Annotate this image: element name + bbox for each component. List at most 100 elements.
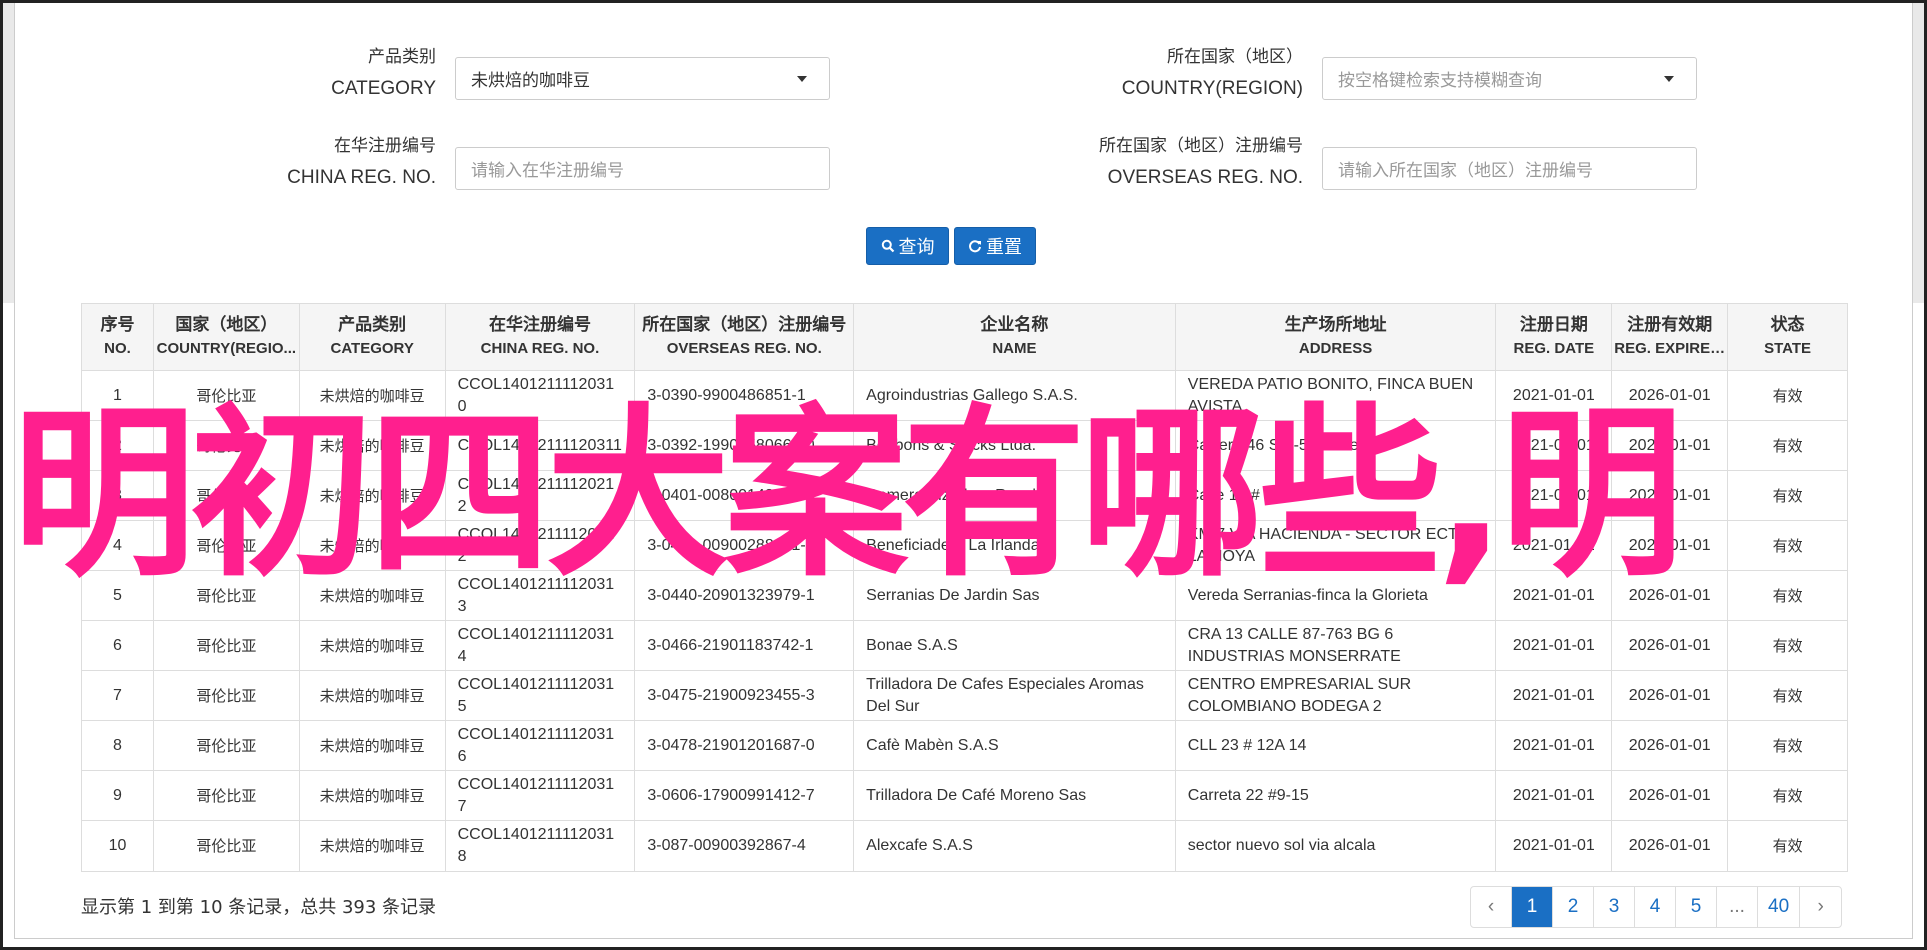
- cell-reg-date: 2021-01-01: [1496, 721, 1613, 770]
- search-icon: [881, 239, 894, 253]
- cell-china-reg: CCOL14012111120318: [446, 821, 636, 871]
- cell-name: Trilladora De Cafes Especiales Aromas De…: [854, 671, 1176, 720]
- table-row[interactable]: 6 哥伦比亚 未烘焙的咖啡豆 CCOL14012111120314 3-0466-219…: [82, 621, 1847, 671]
- cell-category: 未烘焙的咖啡豆: [300, 621, 446, 670]
- pagination: ‹ 1 2 3 4 5 ... 40 ›: [1470, 886, 1843, 928]
- cell-china-reg: CCOL14012111120317: [446, 771, 636, 820]
- refresh-icon: [969, 240, 981, 253]
- cell-reg-date: 2021-01-01: [1496, 621, 1613, 670]
- cell-china-reg: CCOL14012111120316: [446, 721, 636, 770]
- chevron-down-icon: [797, 76, 807, 82]
- table-row[interactable]: 9 哥伦比亚 未烘焙的咖啡豆 CCOL14012111120317 3-0606-179…: [82, 771, 1847, 821]
- header-china-reg[interactable]: 在华注册编号 CHINA REG. NO.: [446, 304, 636, 370]
- pagination-ellipsis: ...: [1717, 887, 1758, 927]
- overseas-reg-label: 所在国家（地区）注册编号 OVERSEAS REG. NO.: [1099, 136, 1303, 188]
- pagination-page[interactable]: 2: [1553, 887, 1594, 927]
- country-label: 所在国家（地区） COUNTRY(REGION): [1121, 47, 1303, 99]
- cell-name: Alexcafe S.A.S: [854, 821, 1176, 871]
- cell-no: 7: [82, 671, 154, 720]
- cell-expire: 2026-01-01: [1612, 821, 1729, 871]
- china-reg-input[interactable]: 请输入在华注册编号: [455, 147, 830, 190]
- table-row[interactable]: 7 哥伦比亚 未烘焙的咖啡豆 CCOL14012111120315 3-0475-219…: [82, 671, 1847, 721]
- cell-address: CLL 23 # 12A 14: [1176, 721, 1497, 770]
- pagination-page[interactable]: 1: [1512, 887, 1553, 927]
- header-name[interactable]: 企业名称 NAME: [854, 304, 1176, 370]
- cell-expire: 2026-01-01: [1612, 671, 1729, 720]
- cell-reg-date: 2021-01-01: [1496, 821, 1613, 871]
- china-reg-placeholder: 请输入在华注册编号: [471, 161, 624, 181]
- pagination-page[interactable]: 5: [1676, 887, 1717, 927]
- cell-no: 10: [82, 821, 154, 871]
- cell-reg-date: 2021-01-01: [1496, 671, 1613, 720]
- cell-no: 6: [82, 621, 154, 670]
- category-select[interactable]: 未烘焙的咖啡豆: [455, 57, 830, 100]
- cell-country: 哥伦比亚: [154, 821, 300, 871]
- cell-country: 哥伦比亚: [154, 721, 300, 770]
- cell-no: 8: [82, 721, 154, 770]
- reset-button[interactable]: 重置: [954, 227, 1036, 265]
- cell-address: CRA 13 CALLE 87-763 BG 6 INDUSTRIAS MONS…: [1176, 621, 1497, 670]
- cell-expire: 2026-01-01: [1612, 621, 1729, 670]
- chevron-down-icon: [1664, 76, 1674, 82]
- table-row[interactable]: 10 哥伦比亚 未烘焙的咖啡豆 CCOL14012111120318 3-087-009…: [82, 821, 1847, 871]
- header-country[interactable]: 国家（地区） COUNTRY(REGIO...: [154, 304, 300, 370]
- table-header: 序号 NO. 国家（地区） COUNTRY(REGIO... 产品类别 CATEGOR…: [82, 304, 1847, 371]
- country-select-placeholder: 按空格键检索支持模糊查询: [1338, 71, 1542, 91]
- query-button[interactable]: 查询: [866, 227, 949, 265]
- cell-reg-date: 2021-01-01: [1496, 771, 1613, 820]
- pagination-prev[interactable]: ‹: [1471, 887, 1512, 927]
- cell-no: 9: [82, 771, 154, 820]
- cell-address: sector nuevo sol via alcala: [1176, 821, 1497, 871]
- records-summary: 显示第 1 到第 10 条记录，总共 393 条记录: [81, 897, 437, 918]
- cell-name: Bonae S.A.S: [854, 621, 1176, 670]
- cell-name: Trilladora De Café Moreno Sas: [854, 771, 1176, 820]
- china-reg-label: 在华注册编号 CHINA REG. NO.: [287, 136, 436, 188]
- overseas-reg-placeholder: 请输入所在国家（地区）注册编号: [1338, 161, 1593, 181]
- cell-overseas-reg: 3-087-00900392867-4: [635, 821, 855, 871]
- overseas-reg-input[interactable]: 请输入所在国家（地区）注册编号: [1322, 147, 1697, 190]
- left-scrollbar[interactable]: [3, 3, 14, 303]
- watermark-overlay-text: 明初四大案有哪些,明: [12, 395, 1684, 595]
- cell-category: 未烘焙的咖啡豆: [300, 821, 446, 871]
- country-select[interactable]: 按空格键检索支持模糊查询: [1322, 57, 1697, 100]
- cell-state: 有效: [1772, 786, 1803, 805]
- header-overseas-reg[interactable]: 所在国家（地区）注册编号 OVERSEAS REG. NO.: [635, 304, 855, 370]
- header-address[interactable]: 生产场所地址 ADDRESS: [1176, 304, 1497, 370]
- cell-country: 哥伦比亚: [154, 621, 300, 670]
- cell-china-reg: CCOL14012111120314: [446, 621, 636, 670]
- header-no[interactable]: 序号 NO.: [82, 304, 154, 370]
- cell-category: 未烘焙的咖啡豆: [300, 771, 446, 820]
- cell-country: 哥伦比亚: [154, 771, 300, 820]
- cell-name: Cafè Mabèn S.A.S: [854, 721, 1176, 770]
- cell-category: 未烘焙的咖啡豆: [300, 671, 446, 720]
- query-button-label: 查询: [898, 237, 935, 258]
- header-category[interactable]: 产品类别 CATEGORY: [300, 304, 446, 370]
- pagination-next[interactable]: ›: [1800, 887, 1841, 927]
- category-select-value: 未烘焙的咖啡豆: [471, 71, 590, 91]
- cell-address: Carreta 22 #9-15: [1176, 771, 1497, 820]
- cell-overseas-reg: 3-0466-21901183742-1: [635, 621, 855, 670]
- cell-country: 哥伦比亚: [154, 671, 300, 720]
- cell-overseas-reg: 3-0475-21900923455-3: [635, 671, 855, 720]
- header-reg-date[interactable]: 注册日期 REG. DATE: [1496, 304, 1613, 370]
- cell-address: CENTRO EMPRESARIAL SUR COLOMBIANO BODEGA…: [1176, 671, 1497, 720]
- cell-overseas-reg: 3-0606-17900991412-7: [635, 771, 855, 820]
- cell-state: 有效: [1772, 686, 1803, 705]
- cell-expire: 2026-01-01: [1612, 771, 1729, 820]
- pagination-page[interactable]: 3: [1594, 887, 1635, 927]
- right-scrollbar[interactable]: [1913, 3, 1924, 303]
- cell-expire: 2026-01-01: [1612, 721, 1729, 770]
- cell-state: 有效: [1772, 736, 1803, 755]
- category-label: 产品类别 CATEGORY: [331, 47, 436, 99]
- cell-category: 未烘焙的咖啡豆: [300, 721, 446, 770]
- cell-overseas-reg: 3-0478-21901201687-0: [635, 721, 855, 770]
- cell-china-reg: CCOL14012111120315: [446, 671, 636, 720]
- header-reg-expire[interactable]: 注册有效期 REG. EXPIRE ...: [1612, 304, 1729, 370]
- table-row[interactable]: 8 哥伦比亚 未烘焙的咖啡豆 CCOL14012111120316 3-0478-219…: [82, 721, 1847, 771]
- cell-state: 有效: [1772, 636, 1803, 655]
- cell-state: 有效: [1772, 837, 1803, 855]
- reset-button-label: 重置: [986, 237, 1022, 258]
- pagination-page[interactable]: 4: [1635, 887, 1676, 927]
- header-state[interactable]: 状态 STATE: [1728, 304, 1847, 370]
- pagination-page-last[interactable]: 40: [1758, 887, 1801, 927]
